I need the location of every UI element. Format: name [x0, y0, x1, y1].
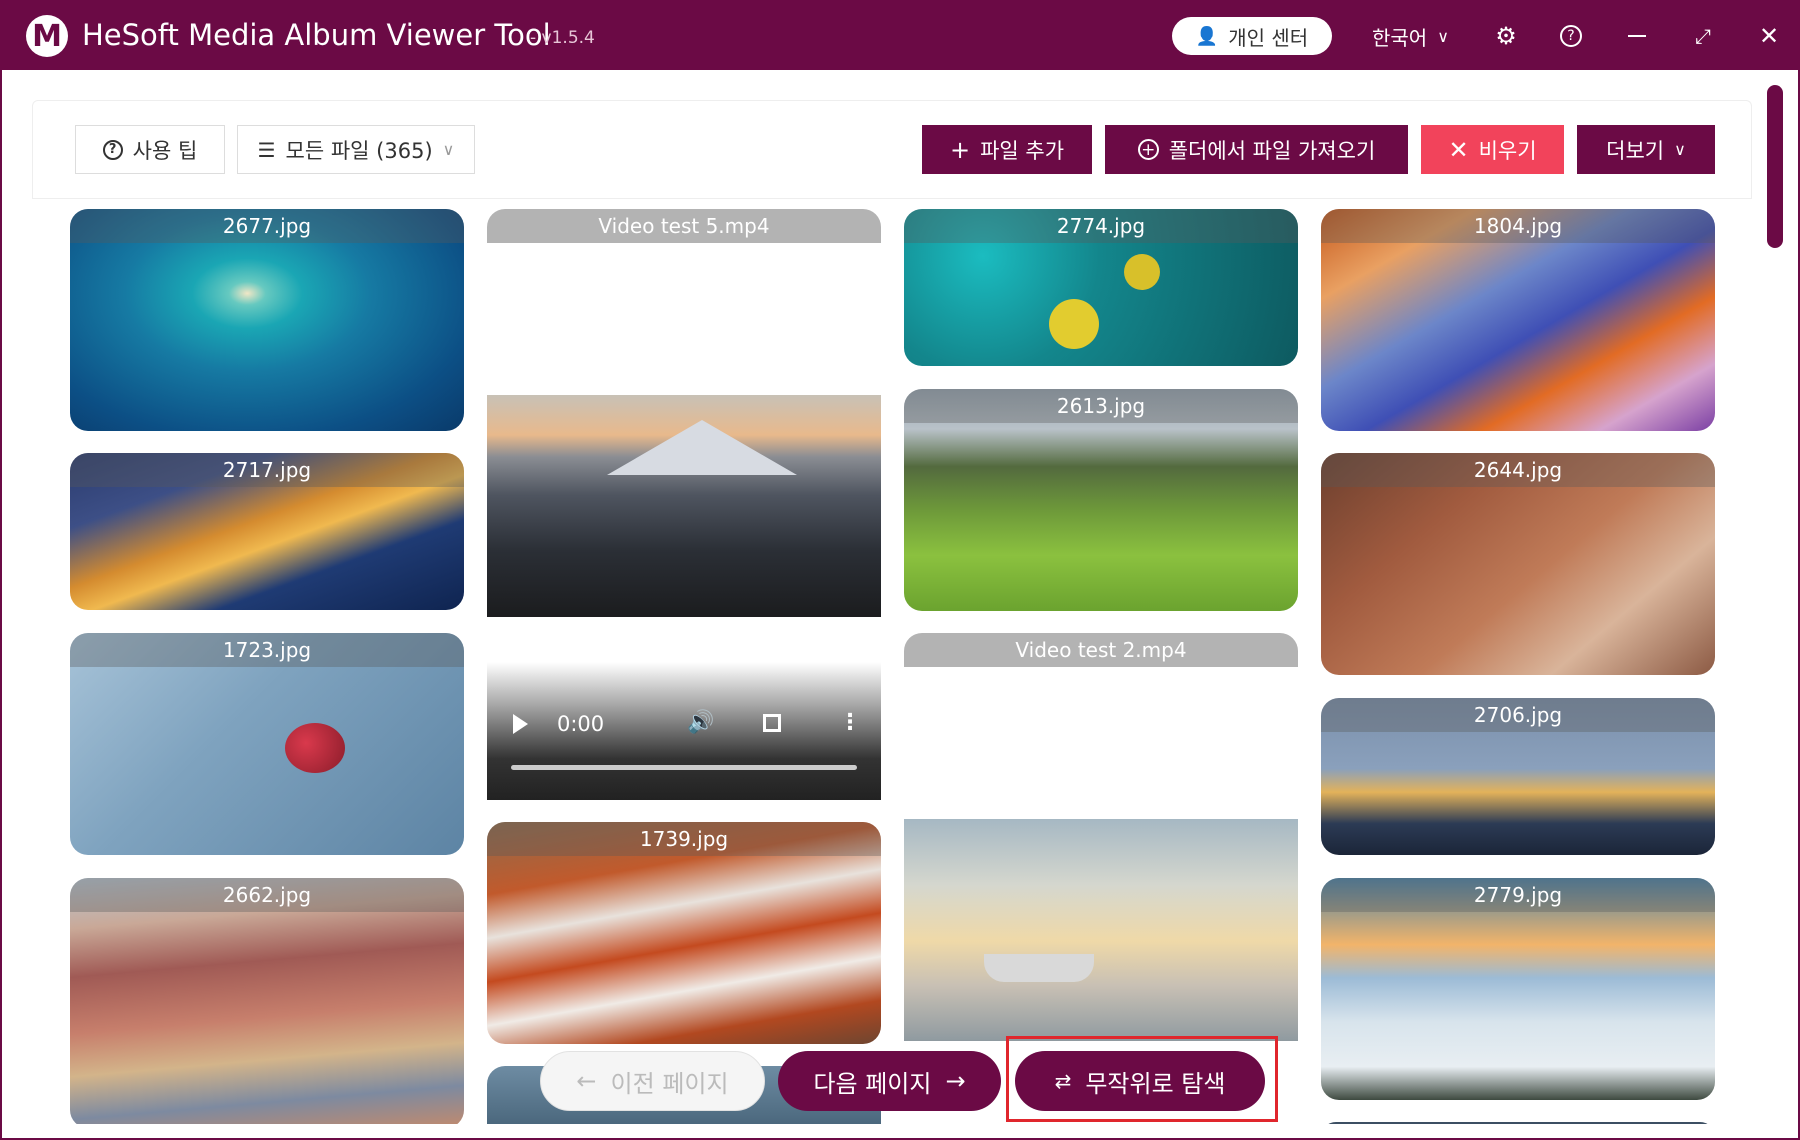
title-bar: M HeSoft Media Album Viewer Tool - v1.5.…: [2, 2, 1798, 70]
media-caption: 2613.jpg: [904, 389, 1298, 423]
media-caption: 1804.jpg: [1321, 209, 1715, 243]
media-tile[interactable]: 2779.jpg: [1321, 878, 1715, 1100]
close-icon: ✕: [1448, 135, 1469, 164]
chevron-down-icon: ∨: [1674, 140, 1686, 159]
media-caption: 2774.jpg: [904, 209, 1298, 243]
user-center-button[interactable]: 👤 개인 센터: [1172, 17, 1332, 55]
more-button[interactable]: 더보기 ∨: [1577, 125, 1715, 174]
plus-circle-icon: +: [1137, 139, 1159, 160]
chevron-down-icon: ∨: [1437, 27, 1449, 46]
chevron-down-icon: ∨: [442, 140, 455, 159]
import-folder-button[interactable]: + 폴더에서 파일 가져오기: [1105, 125, 1408, 174]
tips-label: 사용 팁: [132, 138, 198, 163]
minimize-icon[interactable]: [1621, 20, 1653, 52]
plus-icon: +: [949, 135, 971, 164]
prev-page-label: 이전 페이지: [610, 1069, 729, 1098]
next-page-label: 다음 페이지: [813, 1069, 932, 1098]
tips-button[interactable]: ? 사용 팁: [75, 125, 225, 174]
jellyfish-shape: [1124, 254, 1160, 290]
media-caption: 2706.jpg: [1321, 698, 1715, 732]
more-label: 더보기: [1606, 138, 1665, 163]
language-label: 한국어: [1372, 26, 1428, 50]
media-caption: 2662.jpg: [70, 878, 464, 912]
media-tile[interactable]: [487, 395, 881, 617]
media-caption: 2717.jpg: [70, 453, 464, 487]
media-caption: 1723.jpg: [70, 633, 464, 667]
video-caption: Video test 5.mp4: [487, 209, 881, 243]
add-file-label: 파일 추가: [980, 138, 1065, 163]
app-logo: M: [26, 15, 68, 57]
video-caption: Video test 2.mp4: [904, 633, 1298, 667]
media-caption: 1739.jpg: [487, 822, 881, 856]
play-icon[interactable]: [513, 714, 528, 734]
prev-page-button[interactable]: ← 이전 페이지: [540, 1051, 765, 1111]
more-options-icon[interactable]: ⋮: [839, 710, 861, 735]
jellyfish-shape: [1049, 299, 1099, 349]
list-icon: ☰: [257, 137, 276, 162]
bird-shape: [285, 723, 345, 773]
app-window: 2677.jpg 2717.jpg 1723.jpg 2662.jpg Vide…: [0, 0, 1800, 1140]
fullscreen-icon[interactable]: [763, 714, 781, 732]
bottom-edge: [2, 1124, 1798, 1138]
media-tile[interactable]: 1723.jpg: [70, 633, 464, 855]
scrollbar-thumb[interactable]: [1767, 85, 1783, 248]
file-filter-label: 모든 파일 (365): [285, 138, 433, 163]
app-version: - v1.5.4: [530, 28, 595, 48]
video-time: 0:00: [557, 712, 605, 736]
user-icon: 👤: [1195, 25, 1219, 47]
toolbar-divider: [32, 198, 1752, 199]
media-tile[interactable]: 2774.jpg: [904, 209, 1298, 366]
arrow-right-icon: →: [945, 1067, 966, 1095]
video-progress-bar[interactable]: [511, 765, 857, 770]
gear-icon[interactable]: ⚙: [1490, 20, 1522, 52]
media-tile[interactable]: [904, 819, 1298, 1041]
media-tile[interactable]: 2644.jpg: [1321, 453, 1715, 675]
media-tile[interactable]: 2613.jpg: [904, 389, 1298, 611]
file-filter-dropdown[interactable]: ☰ 모든 파일 (365) ∨: [237, 125, 475, 174]
media-tile[interactable]: 2717.jpg: [70, 453, 464, 610]
help-icon[interactable]: ?: [1555, 20, 1587, 52]
media-tile[interactable]: 2677.jpg: [70, 209, 464, 431]
video-player[interactable]: 0:00 🔊 ⋮: [487, 662, 881, 800]
app-title: HeSoft Media Album Viewer Tool: [82, 18, 551, 52]
media-tile[interactable]: 2706.jpg: [1321, 698, 1715, 855]
clear-button[interactable]: ✕ 비우기: [1421, 125, 1564, 174]
volume-icon[interactable]: 🔊: [687, 710, 714, 735]
media-caption: 2644.jpg: [1321, 453, 1715, 487]
user-center-label: 개인 센터: [1228, 25, 1309, 50]
mountain-peak: [607, 420, 797, 475]
media-tile[interactable]: 1739.jpg: [487, 822, 881, 1044]
question-circle-icon: ?: [102, 139, 123, 160]
add-file-button[interactable]: + 파일 추가: [922, 125, 1092, 174]
media-caption: 2677.jpg: [70, 209, 464, 243]
maximize-icon[interactable]: ⤢: [1687, 20, 1719, 52]
media-tile[interactable]: 1804.jpg: [1321, 209, 1715, 431]
highlight-box: [1006, 1036, 1278, 1122]
ship-shape: [984, 954, 1094, 982]
media-tile[interactable]: 2662.jpg: [70, 878, 464, 1124]
arrow-left-icon: ←: [576, 1067, 597, 1095]
language-selector[interactable]: 한국어 ∨: [1372, 22, 1449, 51]
clear-label: 비우기: [1478, 138, 1537, 163]
close-window-icon[interactable]: ✕: [1753, 20, 1785, 52]
import-folder-label: 폴더에서 파일 가져오기: [1168, 138, 1376, 163]
media-caption: 2779.jpg: [1321, 878, 1715, 912]
next-page-button[interactable]: 다음 페이지 →: [778, 1051, 1001, 1111]
